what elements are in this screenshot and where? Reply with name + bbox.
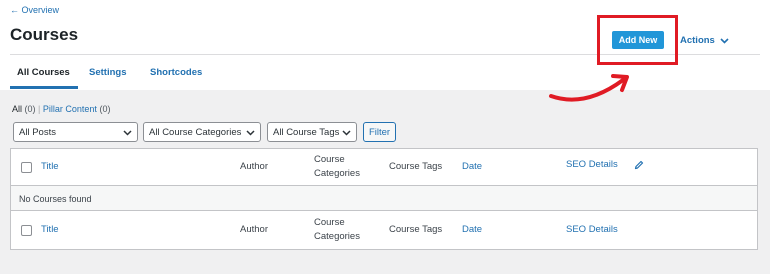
chevron-down-icon — [246, 130, 255, 136]
select-all-checkbox-footer[interactable] — [21, 225, 32, 236]
course-categories-filter-value: All Course Categories — [149, 126, 242, 138]
pencil-icon[interactable] — [634, 160, 644, 170]
highlight-box — [597, 15, 678, 65]
select-all-checkbox[interactable] — [21, 162, 32, 173]
chevron-down-icon — [123, 130, 132, 136]
tab-all-courses[interactable]: All Courses — [17, 67, 70, 78]
courses-table: Title Author Course Categories Course Ta… — [10, 148, 758, 250]
table-header-row: Title Author Course Categories Course Ta… — [11, 149, 757, 186]
column-course-categories-line2-footer: Categories — [314, 231, 360, 242]
filter-button[interactable]: Filter — [363, 122, 396, 142]
empty-row: No Courses found — [11, 186, 757, 211]
column-author-footer: Author — [240, 224, 268, 235]
posts-filter-value: All Posts — [19, 126, 56, 138]
view-separator: | — [38, 104, 41, 114]
column-date[interactable]: Date — [462, 161, 482, 173]
actions-dropdown[interactable]: Actions — [680, 35, 729, 46]
column-title[interactable]: Title — [41, 161, 59, 173]
column-course-tags: Course Tags — [389, 161, 443, 172]
table-footer-row: Title Author Course Categories Course Ta… — [11, 211, 757, 250]
column-seo-details-footer[interactable]: SEO Details — [566, 224, 618, 236]
actions-label: Actions — [680, 35, 715, 46]
posts-filter-select[interactable]: All Posts — [13, 122, 138, 142]
curved-arrow-icon — [549, 74, 629, 102]
column-title-footer[interactable]: Title — [41, 224, 59, 236]
active-tab-indicator — [10, 86, 78, 89]
view-pillar-content[interactable]: Pillar Content — [43, 104, 97, 114]
column-date-footer[interactable]: Date — [462, 224, 482, 236]
course-categories-filter-select[interactable]: All Course Categories — [143, 122, 261, 142]
course-tags-filter-value: All Course Tags — [273, 126, 340, 138]
view-pillar-count: (0) — [99, 104, 111, 114]
column-author: Author — [240, 161, 268, 172]
no-courses-message: No Courses found — [19, 194, 92, 204]
tab-shortcodes[interactable]: Shortcodes — [150, 67, 202, 78]
column-course-tags-footer: Course Tags — [389, 224, 443, 235]
view-all-label[interactable]: All — [12, 104, 22, 114]
back-to-overview-link[interactable]: ← Overview — [10, 5, 59, 15]
view-filters: All (0) | Pillar Content (0) — [12, 104, 110, 114]
column-course-categories-line1-footer: Course — [314, 217, 345, 228]
page-title: Courses — [10, 25, 79, 44]
column-course-categories-line1: Course — [314, 154, 345, 165]
column-course-categories-line2: Categories — [314, 168, 360, 179]
chevron-down-icon — [720, 37, 729, 44]
course-tags-filter-select[interactable]: All Course Tags — [267, 122, 357, 142]
chevron-down-icon — [342, 130, 351, 136]
column-seo-details[interactable]: SEO Details — [566, 159, 618, 171]
view-all-count: (0) — [24, 104, 36, 114]
page-header: ← Overview Courses All Courses Settings … — [0, 0, 770, 90]
tab-settings[interactable]: Settings — [89, 67, 126, 78]
